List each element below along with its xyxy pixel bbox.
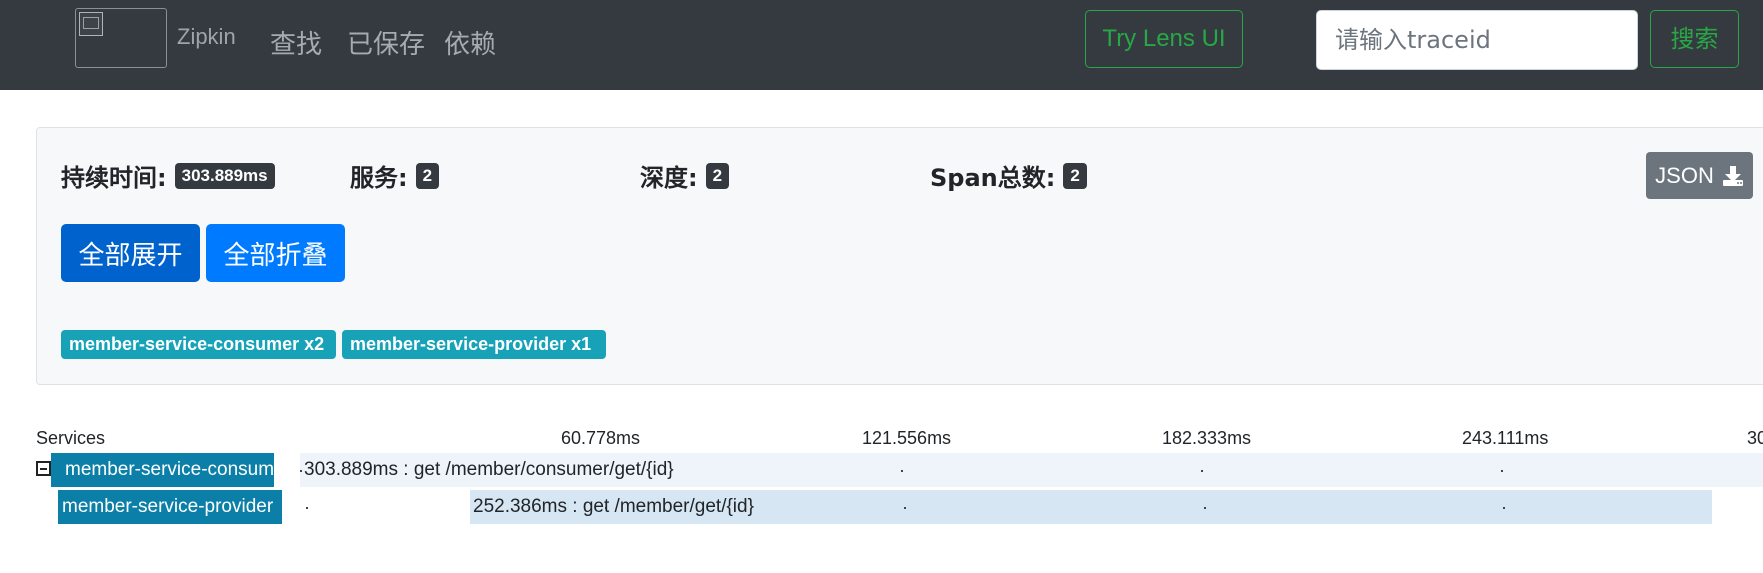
json-download-button[interactable]: JSON [1646,152,1753,199]
brand-name[interactable]: Zipkin [177,24,236,50]
services-column-header: Services [36,428,106,448]
span-row-gap [300,490,470,524]
span-label-consumer[interactable]: 303.889ms : get /member/consumer/get/{id… [304,453,674,487]
download-icon [1722,165,1743,186]
tick-label: 243.111ms [1462,428,1549,448]
tick-label: 303.889ms [1747,428,1763,448]
tick-dot [1204,507,1206,509]
tick-dot [1501,470,1503,472]
traceid-search-input[interactable] [1316,10,1638,70]
tick-dot [901,470,903,472]
json-button-label: JSON [1655,162,1714,188]
search-button[interactable]: 搜索 [1650,10,1739,68]
depth-badge: 2 [705,162,730,189]
expand-all-button[interactable]: 全部展开 [61,224,200,282]
tick-dot [300,470,302,472]
nav-dependencies[interactable]: 依赖 [444,24,496,61]
services-label: 服务: [350,164,408,192]
duration-stat: 持续时间: 303.889ms [61,158,275,193]
top-navbar: Zipkin 查找 已保存 依赖 Try Lens UI 搜索 [0,0,1763,90]
depth-label: 深度: [640,164,698,192]
service-label-consumer[interactable]: member-service-consumer [51,453,274,487]
service-label-provider[interactable]: member-service-provider [58,490,282,524]
services-stat: 服务: 2 [350,158,440,193]
tick-dot [904,507,906,509]
tick-dot [306,507,308,509]
service-badge-provider[interactable]: member-service-provider x1 [342,330,606,359]
duration-label: 持续时间: [61,164,167,192]
nav-find[interactable]: 查找 [270,24,322,61]
collapse-toggle-icon[interactable] [36,461,51,476]
tick-label: 121.556ms [862,428,952,448]
tick-dot [1201,470,1203,472]
tick-dot [1503,507,1505,509]
tick-label: 60.778ms [561,428,641,448]
depth-stat: 深度: 2 [640,158,730,193]
logo-image[interactable] [75,8,167,68]
span-count-badge: 2 [1063,162,1087,189]
broken-image-icon [79,12,103,36]
span-count-label: Span总数: [930,164,1056,192]
try-lens-ui-button[interactable]: Try Lens UI [1085,10,1243,68]
service-badge-consumer[interactable]: member-service-consumer x2 [61,330,336,359]
span-count-stat: Span总数: 2 [930,158,1087,193]
collapse-all-button[interactable]: 全部折叠 [206,224,345,282]
span-label-provider[interactable]: 252.386ms : get /member/get/{id} [473,490,754,524]
duration-badge: 303.889ms [174,162,275,189]
tick-label: 182.333ms [1162,428,1252,448]
services-badge: 2 [415,162,440,189]
nav-saved[interactable]: 已保存 [347,24,425,61]
